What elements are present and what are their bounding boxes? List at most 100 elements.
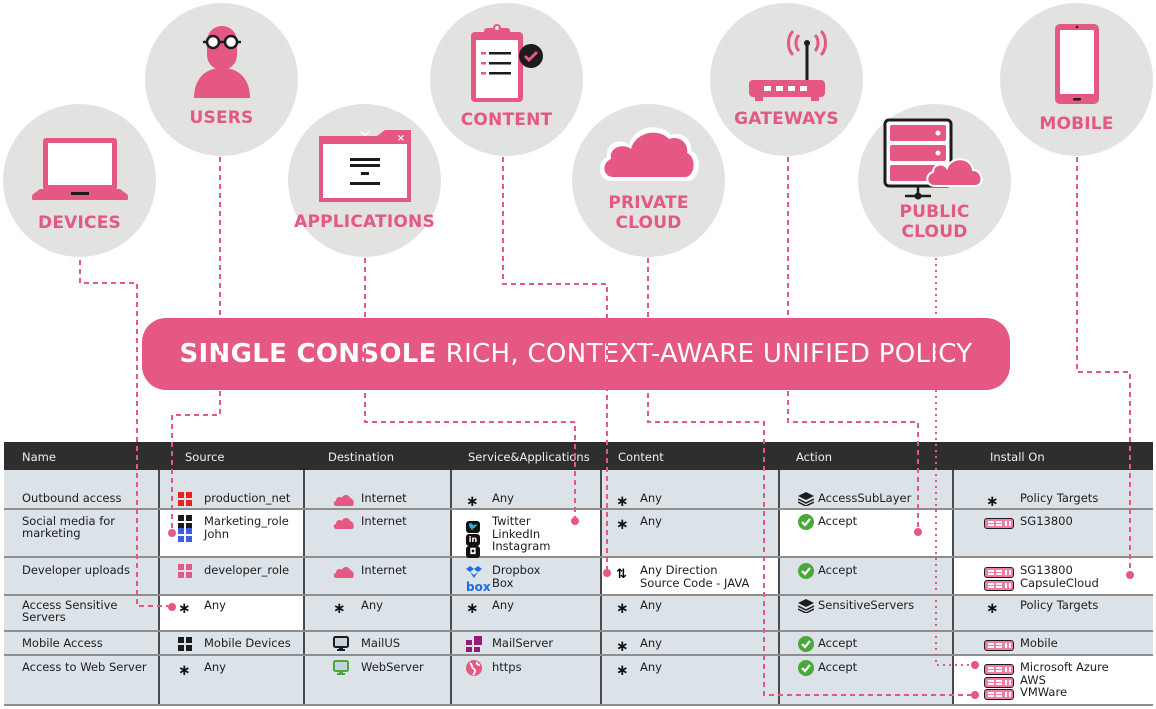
cell-destination[interactable]: MailUS xyxy=(305,632,452,654)
cell-install[interactable]: Microsoft Azure AWS VMWare xyxy=(954,656,1153,704)
source-value[interactable]: Any xyxy=(204,599,226,611)
source-value[interactable]: developer_role xyxy=(204,564,289,576)
cell-service[interactable]: ∗ Any xyxy=(452,470,602,509)
source-value[interactable]: production_net xyxy=(204,492,290,504)
cell-install[interactable]: Mobile xyxy=(954,632,1153,654)
cell-action[interactable]: AccessSubLayer xyxy=(780,470,954,508)
install-value[interactable]: VMWare xyxy=(1020,686,1067,698)
cell-service[interactable]: Dropbox box Box xyxy=(452,558,602,594)
table-row[interactable]: Access Sensitive Servers ∗ Any ∗ Any ∗ Any ∗ Any… xyxy=(4,596,1153,632)
cell-content[interactable]: ⇅ Any Direction Source Code - JAVA xyxy=(602,558,780,594)
cell-content[interactable]: ∗ Any xyxy=(602,656,780,704)
cell-service[interactable]: https xyxy=(452,656,602,704)
cell-install[interactable]: SG13800 CapsuleCloud xyxy=(954,558,1153,594)
install-value[interactable]: CapsuleCloud xyxy=(1020,577,1099,589)
install-value[interactable]: Policy Targets xyxy=(1020,599,1098,611)
cell-destination[interactable]: Internet xyxy=(305,470,452,508)
service-value[interactable]: Dropbox xyxy=(492,564,540,576)
cell-action[interactable]: Accept xyxy=(780,558,954,594)
install-value[interactable]: SG13800 xyxy=(1020,564,1073,576)
cell-content[interactable]: ∗ Any xyxy=(602,470,780,509)
destination-value[interactable]: Internet xyxy=(361,564,407,576)
source-value[interactable]: Marketing_role xyxy=(204,515,289,527)
cell-name[interactable]: Access to Web Server xyxy=(4,656,160,704)
cell-destination[interactable]: Internet xyxy=(305,510,452,556)
cell-source[interactable]: developer_role xyxy=(160,558,305,594)
header-action[interactable]: Action xyxy=(796,450,832,464)
cell-action[interactable]: SensitiveServers xyxy=(780,596,954,630)
cell-name[interactable]: Social media for marketing xyxy=(4,510,160,556)
cell-content[interactable]: ∗ Any xyxy=(602,510,780,556)
content-value[interactable]: Any xyxy=(640,492,662,504)
content-value[interactable]: Any xyxy=(640,661,662,673)
cell-name[interactable]: Mobile Access xyxy=(4,632,160,654)
action-value[interactable]: Accept xyxy=(818,661,857,673)
content-value[interactable]: Any xyxy=(640,637,662,649)
cell-destination[interactable]: Internet xyxy=(305,558,452,594)
cell-destination[interactable]: ∗ Any xyxy=(305,596,452,630)
source-value[interactable]: Mobile Devices xyxy=(204,637,291,649)
install-value[interactable]: Policy Targets xyxy=(1020,492,1098,504)
cell-source[interactable]: ∗ Any xyxy=(160,656,305,704)
cell-source[interactable]: production_net xyxy=(160,470,305,508)
service-value[interactable]: Instagram xyxy=(492,540,551,552)
cell-service[interactable]: ∗ Any xyxy=(452,596,602,630)
source-value[interactable]: John xyxy=(204,528,229,540)
cell-service[interactable]: MailServer xyxy=(452,632,602,654)
cell-install[interactable]: ∗ Policy Targets xyxy=(954,470,1153,509)
header-source[interactable]: Source xyxy=(185,450,225,464)
service-value[interactable]: Box xyxy=(492,577,513,589)
cell-destination[interactable]: WebServer xyxy=(305,656,452,704)
table-row[interactable]: Access to Web Server ∗ Any WebServer https ∗ A… xyxy=(4,656,1153,706)
table-row[interactable]: Developer uploads developer_role Internet D… xyxy=(4,558,1153,596)
header-install-on[interactable]: Install On xyxy=(990,450,1045,464)
cell-install[interactable]: ∗ Policy Targets xyxy=(954,596,1153,630)
table-row[interactable]: Mobile Access Mobile Devices MailUS MailSer… xyxy=(4,632,1153,656)
action-value[interactable]: Accept xyxy=(818,515,857,527)
destination-value[interactable]: Internet xyxy=(361,515,407,527)
source-value[interactable]: Any xyxy=(204,661,226,673)
destination-value[interactable]: Any xyxy=(361,599,383,611)
service-value[interactable]: Twitter xyxy=(492,515,531,527)
action-value[interactable]: SensitiveServers xyxy=(818,599,914,611)
header-service[interactable]: Service&Applications xyxy=(468,450,590,464)
install-value[interactable]: AWS xyxy=(1020,674,1046,686)
table-row[interactable]: Social media for marketing Marketing_role… xyxy=(4,510,1153,558)
service-value[interactable]: LinkedIn xyxy=(492,528,540,540)
install-value[interactable]: Microsoft Azure xyxy=(1020,661,1109,673)
destination-value[interactable]: WebServer xyxy=(361,661,424,673)
category-applications: × APPLICATIONS xyxy=(288,104,441,257)
install-value[interactable]: SG13800 xyxy=(1020,515,1073,527)
cell-source[interactable]: ∗ Any xyxy=(160,596,305,630)
action-value[interactable]: Accept xyxy=(818,564,857,576)
cell-content[interactable]: ∗ Any xyxy=(602,596,780,630)
header-content[interactable]: Content xyxy=(618,450,664,464)
action-value[interactable]: Accept xyxy=(818,637,857,649)
destination-value[interactable]: MailUS xyxy=(361,637,400,649)
content-value[interactable]: Any xyxy=(640,599,662,611)
content-value[interactable]: Source Code - JAVA xyxy=(640,577,749,589)
service-value[interactable]: https xyxy=(492,661,522,673)
cell-name[interactable]: Outbound access xyxy=(4,470,160,508)
cell-name[interactable]: Developer uploads xyxy=(4,558,160,594)
cell-install[interactable]: SG13800 xyxy=(954,510,1153,556)
cell-action[interactable]: Accept xyxy=(780,656,954,704)
content-value[interactable]: Any Direction xyxy=(640,564,718,576)
content-value[interactable]: Any xyxy=(640,515,662,527)
action-value[interactable]: AccessSubLayer xyxy=(818,492,911,504)
service-value[interactable]: Any xyxy=(492,492,514,504)
cell-name[interactable]: Access Sensitive Servers xyxy=(4,596,160,630)
table-row[interactable]: Outbound access production_net Internet ∗ An… xyxy=(4,470,1153,510)
header-destination[interactable]: Destination xyxy=(328,450,394,464)
install-value[interactable]: Mobile xyxy=(1020,637,1058,649)
cell-content[interactable]: ∗ Any xyxy=(602,632,780,654)
service-value[interactable]: MailServer xyxy=(492,637,553,649)
cell-action[interactable]: Accept xyxy=(780,632,954,654)
cell-action[interactable]: Accept xyxy=(780,510,954,556)
cell-source[interactable]: Mobile Devices xyxy=(160,632,305,654)
cell-service[interactable]: 🐦 Twitter in LinkedIn ◘ Instagram xyxy=(452,510,602,558)
cell-source[interactable]: Marketing_role John xyxy=(160,510,305,556)
header-name[interactable]: Name xyxy=(22,450,56,464)
service-value[interactable]: Any xyxy=(492,599,514,611)
destination-value[interactable]: Internet xyxy=(361,492,407,504)
